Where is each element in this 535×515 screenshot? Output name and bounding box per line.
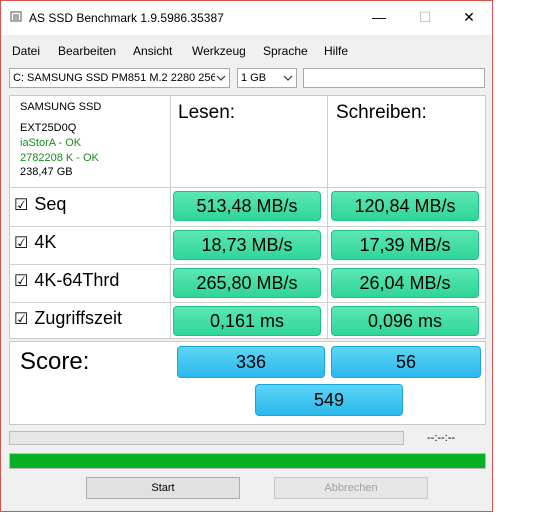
abort-button[interactable]: Abbrechen (274, 477, 428, 499)
results-grid: SAMSUNG SSD EXT25D0Q iaStorA - OK 278220… (9, 95, 486, 339)
4k64-write-result: 26,04 MB/s (331, 268, 479, 298)
test-label: 4K-64Thrd (34, 270, 120, 290)
4k64-read-result: 265,80 MB/s (173, 268, 321, 298)
elapsed-timer: --:--:-- (427, 432, 456, 444)
chevron-down-icon (283, 75, 293, 81)
start-button[interactable]: Start (86, 477, 240, 499)
test-progress-bar (9, 431, 404, 445)
menu-bar: Datei Bearbeiten Ansicht Werkzeug Sprach… (1, 39, 492, 61)
menu-ansicht[interactable]: Ansicht (133, 44, 172, 58)
test-4k64-label[interactable]: ☑ 4K-64Thrd (14, 270, 119, 291)
alignment-status: 2782208 K - OK (20, 152, 99, 164)
4k-read-result: 18,73 MB/s (173, 230, 321, 260)
drive-select[interactable]: C: SAMSUNG SSD PM851 M.2 2280 256 (9, 68, 230, 88)
score-write: 56 (331, 346, 481, 378)
driver-status: iaStorA - OK (20, 137, 82, 149)
test-label: 4K (34, 232, 57, 252)
size-select-value: 1 GB (241, 72, 267, 84)
menu-bearbeiten[interactable]: Bearbeiten (58, 44, 116, 58)
grid-divider (10, 302, 485, 303)
score-read: 336 (177, 346, 325, 378)
drive-capacity: 238,47 GB (20, 166, 73, 178)
grid-divider (10, 264, 485, 265)
menu-werkzeug[interactable]: Werkzeug (192, 44, 246, 58)
maximize-button[interactable]: ☐ (402, 1, 448, 33)
test-4k-label[interactable]: ☑ 4K (14, 232, 56, 253)
test-access-label[interactable]: ☑ Zugriffszeit (14, 308, 122, 329)
text-input[interactable] (303, 68, 485, 88)
checkbox-icon[interactable]: ☑ (14, 309, 28, 329)
drive-firmware: EXT25D0Q (20, 122, 77, 134)
minimize-button[interactable]: — (356, 1, 402, 33)
title-bar: AS SSD Benchmark 1.9.5986.35387 — ☐ ✕ (1, 1, 492, 35)
4k-write-result: 17,39 MB/s (331, 230, 479, 260)
checkbox-icon[interactable]: ☑ (14, 233, 28, 253)
checkbox-icon[interactable]: ☑ (14, 195, 28, 215)
score-total: 549 (255, 384, 403, 416)
app-window: AS SSD Benchmark 1.9.5986.35387 — ☐ ✕ Da… (0, 0, 493, 512)
drive-select-value: C: SAMSUNG SSD PM851 M.2 2280 256 (13, 72, 217, 84)
menu-hilfe[interactable]: Hilfe (324, 44, 348, 58)
score-label: Score: (20, 348, 90, 375)
test-label: Seq (34, 194, 67, 214)
seq-read-result: 513,48 MB/s (173, 191, 321, 221)
overall-progress-bar (9, 453, 486, 469)
grid-divider (10, 187, 485, 188)
write-header: Schreiben: (336, 102, 427, 123)
menu-sprache[interactable]: Sprache (263, 44, 308, 58)
close-button[interactable]: ✕ (446, 1, 492, 33)
drive-model: SAMSUNG SSD (20, 101, 102, 113)
test-seq-label[interactable]: ☑ Seq (14, 194, 66, 215)
size-select[interactable]: 1 GB (237, 68, 297, 88)
read-header: Lesen: (178, 102, 236, 123)
access-read-result: 0,161 ms (173, 306, 321, 336)
menu-datei[interactable]: Datei (12, 44, 40, 58)
chevron-down-icon (215, 72, 227, 84)
test-label: Zugriffszeit (34, 308, 123, 328)
window-title: AS SSD Benchmark 1.9.5986.35387 (29, 11, 224, 25)
score-area: Score: 336 56 549 (9, 341, 486, 425)
app-icon (10, 11, 22, 22)
access-write-result: 0,096 ms (331, 306, 479, 336)
checkbox-icon[interactable]: ☑ (14, 271, 28, 291)
overall-progress-fill (10, 454, 485, 468)
seq-write-result: 120,84 MB/s (331, 191, 479, 221)
grid-divider (10, 226, 485, 227)
